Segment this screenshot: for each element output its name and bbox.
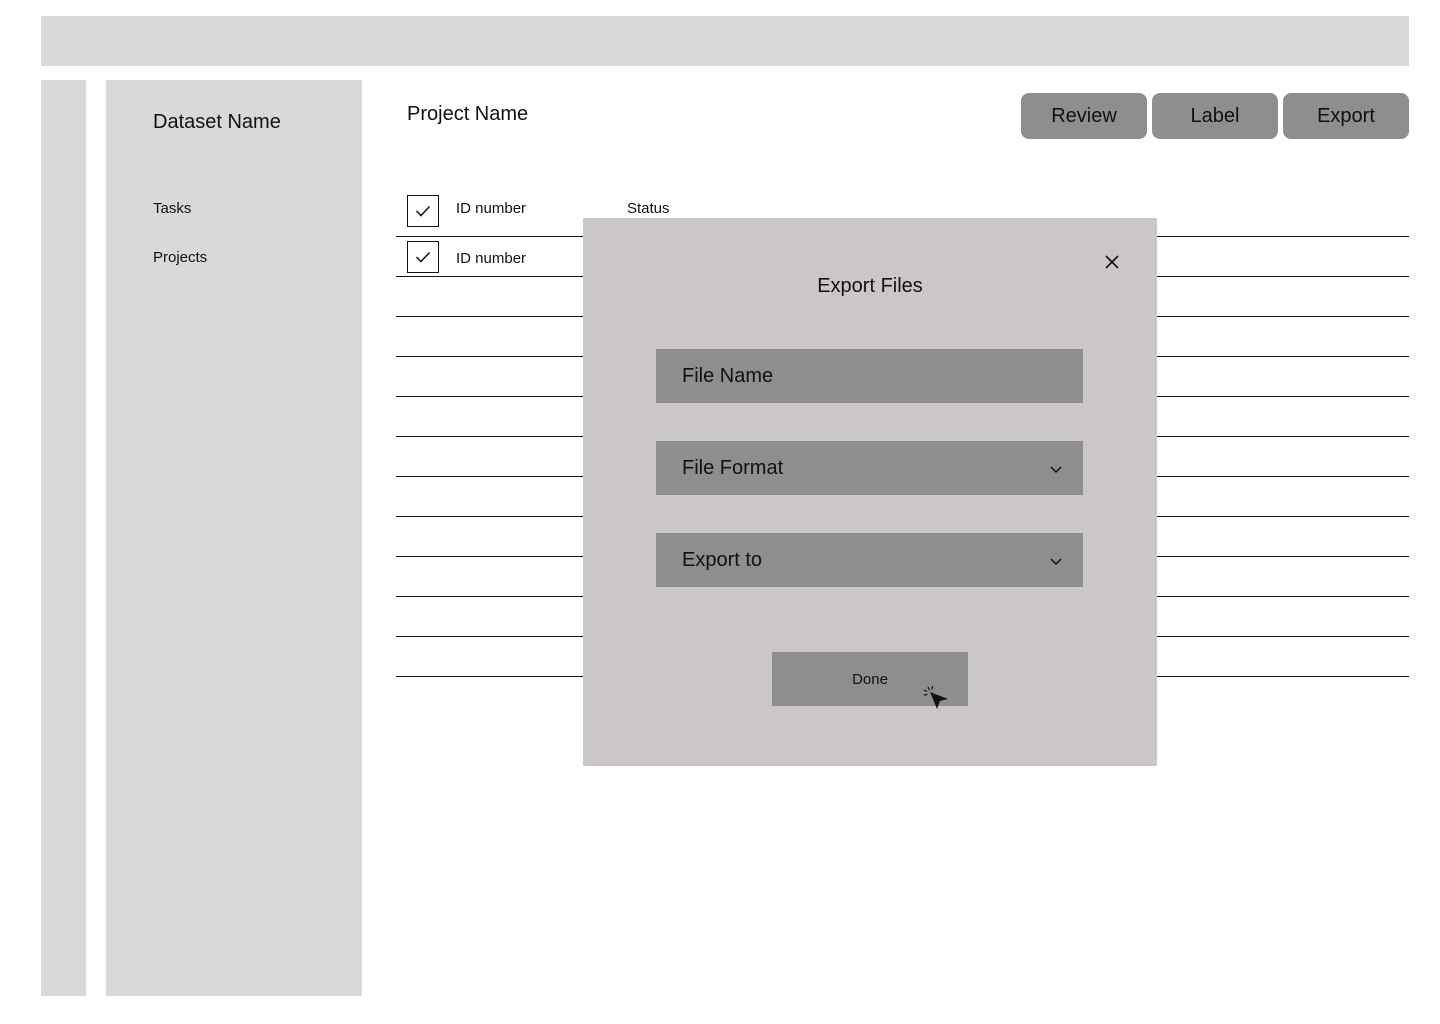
select-all-checkbox[interactable] <box>407 195 439 227</box>
file-name-input[interactable]: File Name <box>656 349 1083 403</box>
file-format-select[interactable]: File Format <box>656 441 1083 495</box>
export-to-label: Export to <box>682 548 763 571</box>
checkmark-icon <box>415 251 431 263</box>
icon-rail <box>41 80 86 996</box>
column-header-status: Status <box>627 200 670 217</box>
sidebar: Dataset Name Tasks Projects <box>106 80 362 996</box>
sidebar-item-tasks[interactable]: Tasks <box>153 200 191 217</box>
sidebar-item-projects[interactable]: Projects <box>153 249 207 266</box>
file-format-label: File Format <box>682 456 784 479</box>
row-checkbox[interactable] <box>407 241 439 273</box>
app-window: Dataset Name Tasks Projects Project Name… <box>0 0 1440 1024</box>
row-id: ID number <box>456 250 527 267</box>
mouse-pointer-click-icon <box>923 685 948 709</box>
dialog-title: Export Files <box>817 275 923 297</box>
checkmark-icon <box>415 205 431 217</box>
close-button[interactable] <box>1100 250 1124 274</box>
dataset-name: Dataset Name <box>153 111 281 133</box>
export-to-select[interactable]: Export to <box>656 533 1083 587</box>
chevron-down-icon <box>1050 558 1062 566</box>
chevron-down-icon <box>1050 466 1062 474</box>
column-header-id: ID number <box>456 200 527 217</box>
file-name-label: File Name <box>682 364 774 387</box>
export-files-dialog: Export Files File Name File Format Expor… <box>583 218 1157 766</box>
close-icon <box>1105 255 1119 269</box>
